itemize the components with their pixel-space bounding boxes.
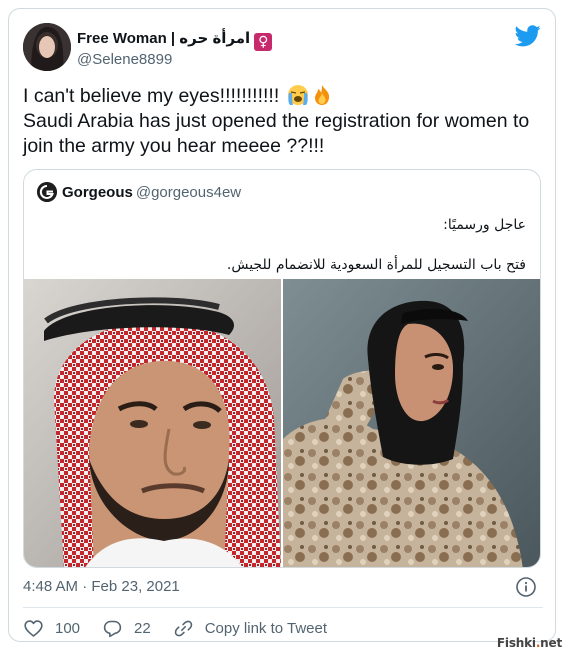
venus-symbol-icon: ♀ [254, 33, 273, 51]
author-avatar[interactable] [23, 23, 71, 71]
tweet-line-3: join the army you hear meeee ??!!! [23, 135, 325, 157]
quoted-display-name: Gorgeous [62, 184, 133, 201]
heart-icon [24, 619, 43, 637]
link-icon [174, 620, 192, 636]
like-button[interactable]: 100 [23, 618, 80, 639]
reply-button[interactable]: 22 [102, 618, 151, 639]
quoted-text-line-2: فتح باب التسجيل للمرأة السعودية للانضمام… [226, 257, 526, 273]
quoted-image-woman-saluting[interactable] [283, 279, 540, 567]
twitter-bird-icon[interactable] [515, 25, 541, 47]
quoted-text-line-1: عاجل ورسميًا: [443, 217, 526, 233]
reply-count: 22 [134, 619, 151, 637]
quoted-author-avatar[interactable] [37, 182, 57, 202]
quoted-author-name-row[interactable]: Gorgeous @gorgeous4ew [62, 184, 241, 202]
tweet-line-2: Saudi Arabia has just opened the registr… [23, 110, 530, 132]
tweet-text: I can't believe my eyes!!!!!!!!!!! Saudi… [23, 84, 549, 159]
loudly-crying-face-emoji [287, 85, 308, 105]
author-handle[interactable]: @Selene8899 [77, 51, 172, 69]
quoted-handle: @gorgeous4ew [135, 184, 242, 201]
tweet-actions: 100 22 Copy link to Tweet [23, 616, 349, 640]
tweet-card: Free Woman | امرأة حره ♀ @Selene8899 I ca… [8, 8, 556, 642]
copy-link-button[interactable]: Copy link to Tweet [173, 618, 327, 639]
divider [23, 607, 543, 608]
fire-emoji [314, 85, 329, 105]
like-count: 100 [55, 619, 81, 637]
author-display-name[interactable]: Free Woman | امرأة حره ♀ [77, 30, 273, 51]
info-icon[interactable] [515, 576, 537, 598]
tweet-line-1: I can't believe my eyes!!!!!!!!!!! [23, 85, 285, 107]
copy-link-label: Copy link to Tweet [204, 619, 328, 637]
quoted-tweet[interactable]: Gorgeous @gorgeous4ew عاجل ورسميًا: فتح ب… [23, 169, 541, 568]
tweet-timestamp[interactable]: 4:48 AM · Feb 23, 2021 [23, 578, 180, 596]
reply-bubble-icon [103, 620, 122, 637]
quoted-image-man-in-shemagh[interactable] [24, 279, 281, 567]
site-watermark: Fishki.net [496, 636, 562, 650]
